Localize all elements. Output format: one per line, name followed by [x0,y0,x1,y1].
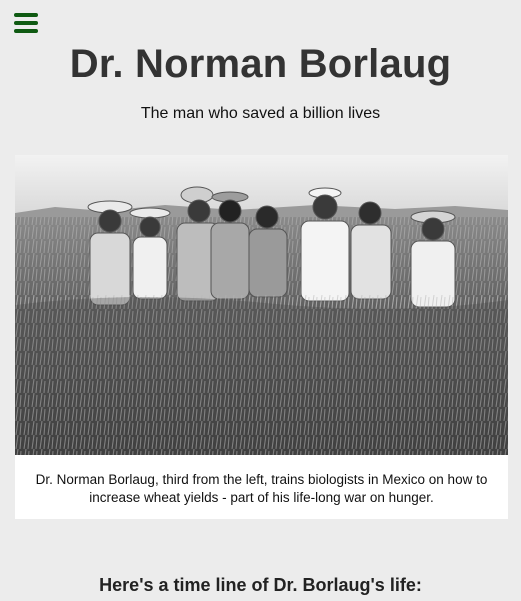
timeline-heading: Here's a time line of Dr. Borlaug's life… [99,575,422,595]
field-photo [15,155,508,455]
photo-caption: Dr. Norman Borlaug, third from the left,… [35,472,488,505]
menu-bar [14,13,38,17]
menu-bar [14,21,38,25]
page: Dr. Norman Borlaug The man who saved a b… [0,0,521,601]
page-subtitle: The man who saved a billion lives [140,105,381,122]
menu-bar [14,29,38,33]
photo-card: Dr. Norman Borlaug, third from the left,… [15,155,508,519]
hamburger-menu-icon[interactable] [12,12,40,36]
page-title: Dr. Norman Borlaug [69,42,452,86]
